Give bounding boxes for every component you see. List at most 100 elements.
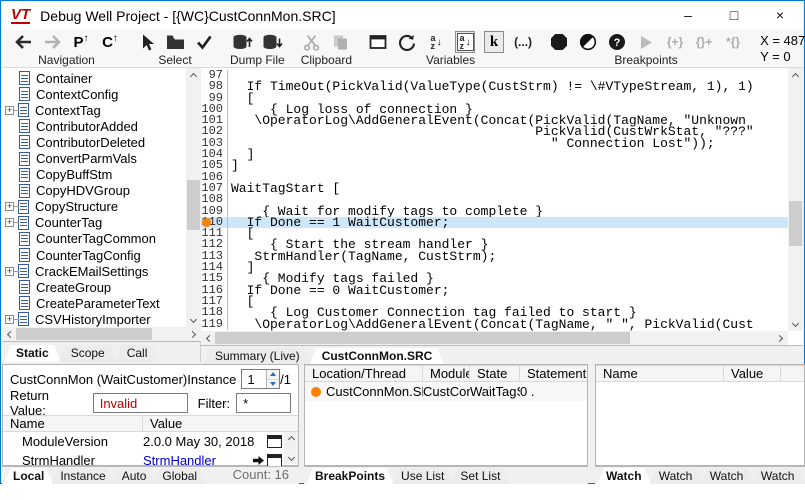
scroll-left-icon[interactable] — [201, 331, 215, 345]
dump-write-icon[interactable] — [232, 31, 253, 53]
tree-item-container[interactable]: Container — [2, 70, 185, 86]
tree-item-countertagcommon[interactable]: CounterTagCommon — [2, 231, 185, 247]
refresh-icon[interactable] — [397, 31, 417, 53]
editor-vertical-scrollbar[interactable] — [788, 68, 803, 331]
scroll-right-icon[interactable] — [187, 327, 201, 341]
column-header-location[interactable]: Location/Thread — [305, 366, 423, 381]
code-line-103[interactable]: 103 " Connection Lost")); — [201, 138, 788, 149]
dump-read-icon[interactable] — [262, 31, 283, 53]
watch-tab-watch-4[interactable]: Watch 4 — [752, 468, 805, 484]
editor-tab-custconnmon-src[interactable]: CustConnMon.SRC — [310, 348, 445, 365]
folder-icon[interactable] — [165, 31, 185, 53]
open-in-window-icon[interactable] — [267, 435, 282, 448]
tree-item-csvhistoryimporter[interactable]: +CSVHistoryImporter — [2, 311, 185, 327]
code-text[interactable]: If TimeOut(PickValid(ValueType(CustStrm)… — [228, 81, 754, 92]
code-line-107[interactable]: 107WaitTagStart [ — [201, 183, 788, 194]
check-icon[interactable] — [194, 31, 214, 53]
code-line-98[interactable]: 98 If TimeOut(PickValid(ValueType(CustSt… — [201, 81, 788, 92]
tree-tab-call[interactable]: Call — [115, 345, 160, 362]
goto-module-icon[interactable] — [252, 455, 265, 466]
tree-item-countertag[interactable]: +CounterTag — [2, 215, 185, 231]
breakpoints-tab-set-list[interactable]: Set List — [451, 468, 509, 484]
code-text[interactable]: " Connection Lost")); — [228, 138, 715, 149]
window-icon[interactable] — [368, 31, 388, 53]
sort-az-icon[interactable]: az↓ — [426, 31, 446, 53]
watch-tab-watch-1[interactable]: Watch 1 — [597, 468, 652, 484]
tree-horizontal-scrollbar[interactable] — [2, 327, 201, 341]
tree-item-copystructure[interactable]: +CopyStructure — [2, 199, 185, 215]
code-line-116[interactable]: 116 If Done == 0 WaitCustomer; — [201, 285, 788, 296]
code-text[interactable]: WaitTagStart [ — [228, 183, 340, 194]
scrollbar-thumb[interactable] — [187, 180, 200, 230]
scroll-down-icon[interactable] — [186, 313, 200, 327]
scrollbar-thumb[interactable] — [215, 332, 630, 344]
minimize-button[interactable]: – — [665, 1, 711, 30]
code-text[interactable]: StrmHandler(TagName, CustStrm); — [228, 251, 496, 262]
column-header-value[interactable]: Value — [143, 416, 298, 431]
tree-item-crackemailsettings[interactable]: +CrackEMailSettings — [2, 263, 185, 279]
brace-clear-icon[interactable]: *{} — [723, 31, 743, 53]
scroll-left-icon[interactable] — [2, 327, 16, 341]
breakpoints-tab-use-list[interactable]: Use List — [392, 468, 453, 484]
code-line-104[interactable]: 104 ] — [201, 149, 788, 160]
column-header-statement[interactable]: Statement — [520, 366, 587, 381]
code-text[interactable]: ] — [228, 160, 239, 171]
scroll-down-icon[interactable] — [287, 454, 294, 461]
tree-item-createparametertext[interactable]: CreateParameterText — [2, 295, 185, 311]
ellipsis-icon[interactable]: (...) — [513, 31, 533, 53]
tree-item-creategroup[interactable]: CreateGroup — [2, 279, 185, 295]
expand-plus-icon[interactable]: + — [5, 106, 14, 115]
spin-down-icon[interactable] — [267, 380, 279, 389]
query-breakpoint-icon[interactable]: ? — [607, 31, 627, 53]
breakpoints-tab-breakpoints[interactable]: BreakPoints — [306, 468, 394, 484]
tree-vertical-scrollbar[interactable] — [186, 68, 201, 327]
call-up-button[interactable]: C↑ — [100, 31, 120, 53]
cut-icon[interactable] — [302, 31, 322, 53]
tree-item-copybuffstm[interactable]: CopyBuffStm — [2, 167, 185, 183]
code-text[interactable]: \OperatorLog\AddGeneralEvent(Concat(TagN… — [228, 319, 754, 330]
tree-item-contributordeleted[interactable]: ContributorDeleted — [2, 134, 185, 150]
tree-item-countertagconfig[interactable]: CounterTagConfig — [2, 247, 185, 263]
tree-tab-scope[interactable]: Scope — [59, 345, 117, 362]
scroll-up-icon[interactable] — [287, 436, 294, 443]
code-text[interactable]: If Done == 0 WaitCustomer; — [228, 285, 449, 296]
scroll-up-icon[interactable] — [788, 68, 802, 82]
procedure-up-button[interactable]: P↑ — [71, 31, 91, 53]
expand-plus-icon[interactable]: + — [5, 315, 14, 324]
locals-tab-local[interactable]: Local — [4, 468, 53, 484]
filter-field[interactable]: * — [236, 393, 291, 413]
expand-plus-icon[interactable]: + — [5, 202, 14, 211]
tree-tab-static[interactable]: Static — [4, 345, 61, 362]
column-header-value[interactable]: Value — [724, 366, 781, 381]
scroll-up-icon[interactable] — [186, 68, 200, 82]
breakpoint-row[interactable]: CustConnMon.SRC/# CustConn WaitTagS 0 . — [305, 382, 587, 401]
tree-item-contributoradded[interactable]: ContributorAdded — [2, 118, 185, 134]
editor-tab-summary-live[interactable]: Summary (Live) — [203, 348, 312, 365]
expand-plus-icon[interactable]: + — [5, 267, 14, 276]
scroll-down-icon[interactable] — [788, 317, 802, 331]
column-header-name[interactable]: Name — [596, 366, 724, 381]
scrollbar-thumb[interactable] — [789, 201, 802, 246]
variables-scrollbar[interactable] — [284, 432, 298, 464]
scroll-right-icon[interactable] — [774, 331, 788, 345]
column-header-name[interactable]: Name — [3, 416, 143, 431]
code-text[interactable]: If Done == 1 WaitCustomer; — [228, 217, 449, 228]
maximize-button[interactable]: □ — [711, 1, 757, 30]
watch-tab-watch-3[interactable]: Watch 3 — [701, 468, 754, 484]
navigate-forward-button[interactable] — [42, 31, 62, 53]
code-line-113[interactable]: 113 StrmHandler(TagName, CustStrm); — [201, 251, 788, 262]
editor-horizontal-scrollbar[interactable] — [201, 331, 788, 345]
variable-row-moduleversion[interactable]: ModuleVersion 2.0.0 May 30, 2018 — [3, 432, 298, 451]
paste-icon[interactable] — [331, 31, 351, 53]
column-header-state[interactable]: State — [470, 366, 520, 381]
close-button[interactable]: × — [757, 1, 803, 30]
return-value-field[interactable]: Invalid — [93, 393, 188, 413]
code-line-105[interactable]: 105] — [201, 160, 788, 171]
tree-item-contextconfig[interactable]: ContextConfig — [2, 86, 185, 102]
constants-icon[interactable]: k — [484, 31, 504, 53]
sort-doc-az-icon[interactable]: az↓ — [455, 31, 475, 53]
code-line-110[interactable]: 110 If Done == 1 WaitCustomer; — [201, 217, 788, 228]
stop-icon[interactable] — [549, 31, 569, 53]
watch-tab-watch-2[interactable]: Watch 2 — [650, 468, 703, 484]
code-line-119[interactable]: 119 \OperatorLog\AddGeneralEvent(Concat(… — [201, 319, 788, 330]
